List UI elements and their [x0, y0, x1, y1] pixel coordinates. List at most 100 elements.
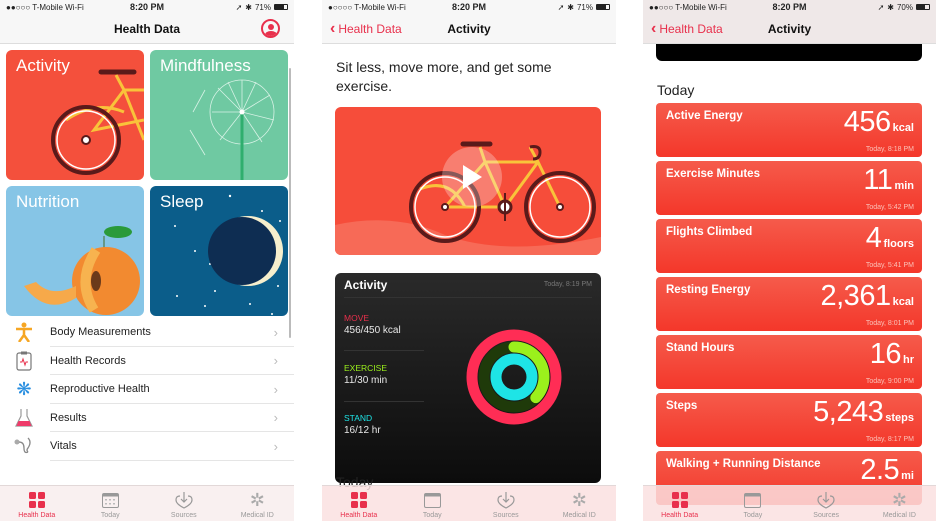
activity-screen: ●○○○○ T-Mobile Wi-Fi 8:20 PM ➚ ✱ 71% ‹ Heal… — [322, 0, 616, 521]
carrier-label: ●●○○○ T-Mobile Wi-Fi — [649, 2, 727, 12]
list-item-body-measurements[interactable]: Body Measurements › — [0, 318, 294, 347]
tab-health-data[interactable]: Health Data — [322, 486, 396, 521]
metric-unit: steps — [885, 412, 914, 424]
tile-mindfulness[interactable]: Mindfulness — [150, 50, 288, 180]
battery-icon — [274, 4, 288, 10]
stethoscope-icon — [12, 435, 36, 457]
status-time: 8:20 PM — [129, 2, 165, 12]
person-circle-icon[interactable] — [261, 19, 280, 38]
category-grid: Activity Mindfulness Nutrition Sleep — [6, 50, 288, 316]
page-title: Activity — [767, 21, 812, 36]
metric-date: Today, 8:17 PM — [865, 436, 914, 443]
tab-label: Today — [743, 512, 763, 519]
activity-video[interactable] — [335, 107, 601, 255]
metric-number: 5,243 — [813, 396, 884, 428]
tab-today[interactable]: Today — [74, 486, 148, 521]
tile-label: Sleep — [160, 192, 204, 211]
metric-date: Today, 5:42 PM — [865, 204, 914, 211]
metric-list: Active Energy 456 kcal Today, 8:18 PM Exerci… — [656, 103, 922, 509]
metric-title: Exercise Minutes — [666, 168, 760, 180]
nav-bar: ‹ Health Data Activity — [322, 14, 616, 44]
back-button[interactable]: ‹ Health Data — [651, 20, 723, 36]
metric-value: 2,361 kcal — [821, 280, 915, 313]
metric-card[interactable]: Resting Energy 2,361 kcal Today, 8:01 PM — [656, 277, 922, 331]
tab-label: Medical ID — [240, 512, 274, 519]
chevron-right-icon: › — [273, 353, 278, 369]
tab-bar: Health Data Today Sources ✲ Medical ID — [322, 485, 616, 521]
tab-health-data[interactable]: Health Data — [643, 486, 716, 521]
asterisk-icon: ✲ — [891, 489, 907, 510]
tab-today[interactable]: Today — [716, 486, 789, 521]
metric-title: Walking + Running Distance — [666, 458, 821, 470]
tab-bar: Health Data Today Sources ✲ Medical ID — [0, 485, 294, 521]
tile-nutrition[interactable]: Nutrition — [6, 186, 144, 316]
play-button[interactable] — [442, 147, 502, 207]
list-item-reproductive-health[interactable]: ❋ Reproductive Health › — [0, 375, 294, 404]
metric-title: Resting Energy — [666, 284, 751, 296]
list-item-label: Vitals — [50, 440, 77, 453]
tab-bar: Health Data Today Sources ✲ Medical ID — [643, 485, 936, 521]
scrollbar[interactable] — [289, 68, 291, 338]
tile-label: Mindfulness — [160, 56, 251, 75]
tab-label: Today — [100, 512, 120, 519]
tab-label: Health Data — [18, 512, 56, 519]
back-label: Health Data — [338, 21, 402, 36]
list-item-results[interactable]: Results › — [0, 404, 294, 433]
metric-number: 456 — [843, 106, 891, 138]
tab-medical-id[interactable]: ✲ Medical ID — [221, 486, 295, 521]
metric-card[interactable]: Stand Hours 16 hr Today, 9:00 PM — [656, 335, 922, 389]
clipboard-ekg-icon — [12, 350, 36, 372]
metric-card[interactable]: Active Energy 456 kcal Today, 8:18 PM — [656, 103, 922, 157]
battery-percent: 71% — [254, 2, 271, 12]
metric-value: 456 kcal — [844, 106, 914, 139]
back-button[interactable]: ‹ Health Data — [330, 19, 402, 37]
tab-sources[interactable]: Sources — [469, 486, 543, 521]
location-icon: ➚ — [877, 2, 885, 12]
ring-stand — [490, 353, 538, 401]
status-time: 8:20 PM — [451, 2, 487, 12]
tile-activity[interactable]: Activity — [6, 50, 144, 180]
download-heart-icon — [497, 490, 515, 510]
tab-today[interactable]: Today — [396, 486, 470, 521]
metric-card[interactable]: Exercise Minutes 11 min Today, 5:42 PM — [656, 161, 922, 215]
back-label: Health Data — [659, 21, 723, 36]
stat-exercise: EXERCISE 11/30 min — [344, 363, 387, 386]
tab-label: Medical ID — [882, 512, 916, 519]
nav-bar: ‹ Health Data Activity — [643, 14, 936, 44]
metric-number: 16 — [869, 338, 902, 370]
headline: Sit less, move more, and get some exerci… — [336, 59, 552, 94]
play-icon — [463, 165, 482, 189]
page-title: Activity — [447, 21, 491, 36]
tile-sleep[interactable]: Sleep — [150, 186, 288, 316]
metric-card[interactable]: Steps 5,243 steps Today, 8:17 PM — [656, 393, 922, 447]
tab-medical-id[interactable]: ✲ Medical ID — [863, 486, 936, 521]
chevron-right-icon: › — [273, 410, 278, 426]
activity-card-bottom — [656, 44, 922, 61]
metric-number: 4 — [865, 222, 882, 254]
tab-sources[interactable]: Sources — [147, 486, 221, 521]
metric-card[interactable]: Flights Climbed 4 floors Today, 5:41 PM — [656, 219, 922, 273]
list-item-label: Health Records — [50, 354, 126, 367]
activity-rings — [466, 329, 562, 425]
stat-label: MOVE — [344, 313, 370, 323]
metric-unit: floors — [883, 238, 914, 250]
activity-summary-card[interactable]: Activity Today, 8:19 PM MOVE 456/450 kca… — [335, 273, 601, 483]
health-data-screen: ●●○○○ T-Mobile Wi-Fi 8:20 PM ➚ ✱ 71% Healt… — [0, 0, 294, 521]
card-date: Today, 8:19 PM — [543, 281, 592, 288]
metric-number: 11 — [863, 164, 893, 196]
tab-sources[interactable]: Sources — [790, 486, 863, 521]
tab-label: Sources — [813, 512, 839, 519]
carrier-label: ●○○○○ T-Mobile Wi-Fi — [328, 2, 406, 12]
tab-medical-id[interactable]: ✲ Medical ID — [543, 486, 617, 521]
chevron-left-icon: ‹ — [330, 19, 336, 37]
chevron-right-icon: › — [273, 381, 278, 397]
metric-date: Today, 9:00 PM — [865, 378, 914, 385]
stat-label: EXERCISE — [344, 363, 387, 373]
metric-date: Today, 5:41 PM — [865, 262, 914, 269]
tab-label: Health Data — [661, 512, 699, 519]
list-item-health-records[interactable]: Health Records › — [0, 347, 294, 376]
stat-value: 11/30 min — [344, 375, 388, 386]
person-figure-icon — [12, 321, 36, 343]
list-item-vitals[interactable]: Vitals › — [0, 432, 294, 461]
tab-health-data[interactable]: Health Data — [0, 486, 74, 521]
